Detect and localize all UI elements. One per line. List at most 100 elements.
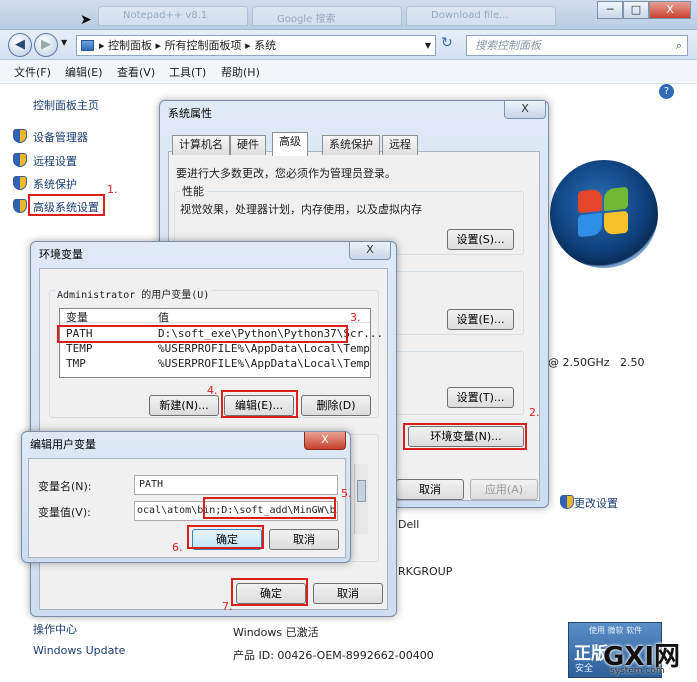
address-breadcrumb[interactable]: ▸ 控制面板 ▸ 所有控制面板项 ▸ 系统 ▼ [76, 35, 436, 56]
dialog-close-button[interactable]: X [349, 242, 391, 260]
logo-pane-blue [578, 212, 602, 238]
windows-logo [550, 160, 658, 268]
minimize-button[interactable]: ─ [597, 1, 623, 19]
cpu-info: @ 2.50GHz 2.50 [548, 356, 645, 369]
help-icon[interactable]: ? [659, 84, 674, 99]
breadcrumb-item[interactable]: 控制面板 [108, 39, 152, 52]
edit-cancel-button[interactable]: 取消 [269, 529, 339, 550]
variable-name-input[interactable]: PATH [134, 475, 338, 495]
search-icon[interactable]: ⌕ [676, 36, 682, 55]
sidebar-link-action-center[interactable]: 操作中心 [33, 621, 77, 637]
column-header-variable[interactable]: 变量 [66, 309, 88, 325]
search-placeholder: 搜索控制面板 [475, 39, 541, 52]
background-tab[interactable]: Download file... [406, 6, 556, 26]
control-panel-icon [81, 40, 94, 51]
user-variables-title: Administrator 的用户变量(U) [55, 286, 212, 301]
menu-file[interactable]: 文件(F) [14, 64, 51, 80]
breadcrumb-separator-icon: ▸ [245, 39, 255, 52]
highlight-box [187, 525, 264, 549]
history-dropdown-icon[interactable]: ▼ [61, 38, 67, 47]
search-input[interactable]: 搜索控制面板 ⌕ [466, 35, 688, 56]
dialog-close-button[interactable]: X [304, 432, 346, 450]
highlight-box [57, 325, 348, 343]
background-tab[interactable]: Google 搜索 [252, 6, 402, 26]
system-properties-apply-button[interactable]: 应用(A) [470, 479, 538, 500]
logo-pane-red [578, 188, 602, 214]
shield-icon [560, 495, 574, 509]
tab-remote[interactable]: 远程 [382, 135, 418, 155]
step-annotation: 2. [529, 406, 540, 419]
tab-computer-name[interactable]: 计算机名 [172, 135, 230, 155]
back-arrow-icon: ◀ [15, 37, 25, 52]
list-header: 变量 值 [60, 309, 370, 325]
sidebar-item-remote-settings[interactable]: 远程设置 [33, 153, 77, 169]
menu-view[interactable]: 查看(V) [117, 64, 155, 80]
manufacturer-info: Dell [398, 518, 420, 531]
shield-icon [13, 129, 27, 143]
sidebar-item-device-manager[interactable]: 设备管理器 [33, 129, 88, 145]
scrollbar-thumb[interactable] [357, 480, 366, 502]
user-variables-list[interactable]: 变量 值 PATH D:\soft_exe\Python\Python37\Sc… [59, 308, 383, 378]
variable-value-label: 变量值(V): [38, 506, 91, 519]
tab-advanced[interactable]: 高级 [272, 132, 308, 156]
tab-system-protection[interactable]: 系统保护 [322, 135, 380, 155]
forward-arrow-icon: ▶ [41, 37, 51, 52]
background-tab[interactable]: Notepad++ v8.1 [98, 6, 248, 26]
row-variable-name: TMP [66, 357, 86, 370]
step-annotation: 4. [207, 384, 218, 397]
breadcrumb-separator-icon: ▸ [155, 39, 165, 52]
tab-strip: 计算机名 硬件 高级 系统保护 远程 [172, 132, 542, 156]
row-variable-value: %USERPROFILE%\AppData\Local\Temp [158, 357, 370, 370]
admin-notice: 要进行大多数更改，您必须作为管理员登录。 [176, 167, 396, 180]
window-title-bar: ➤ Notepad++ v8.1 Google 搜索 Download file… [0, 0, 697, 30]
tab-hardware[interactable]: 硬件 [230, 135, 266, 155]
row-variable-name: TEMP [66, 342, 93, 355]
system-variables-scrollbar[interactable] [354, 464, 368, 534]
highlight-box [403, 423, 527, 450]
column-header-value[interactable]: 值 [158, 309, 169, 325]
breadcrumb-item[interactable]: 所有控制面板项 [165, 39, 242, 52]
background-tab-label: Notepad++ v8.1 [123, 10, 208, 21]
forward-button[interactable]: ▶ [34, 33, 58, 57]
variable-name-label: 变量名(N): [38, 480, 92, 493]
row-variable-value: %USERPROFILE%\AppData\Local\Temp [158, 342, 370, 355]
startup-settings-button[interactable]: 设置(T)... [447, 387, 514, 408]
system-properties-cancel-button[interactable]: 取消 [396, 479, 464, 500]
logo-pane-yellow [604, 210, 628, 236]
address-dropdown-icon[interactable]: ▼ [425, 36, 431, 55]
menu-edit[interactable]: 编辑(E) [65, 64, 103, 80]
close-button[interactable]: X [649, 1, 691, 19]
sidebar-home-link[interactable]: 控制面板主页 [33, 97, 99, 113]
background-tab-label: Download file... [431, 10, 509, 21]
workgroup-info: RKGROUP [398, 565, 453, 578]
change-settings-link[interactable]: 更改设置 [574, 495, 618, 511]
shield-icon [13, 176, 27, 190]
performance-title: 性能 [180, 183, 206, 199]
background-tab-label: Google 搜索 [277, 14, 336, 25]
menu-tools[interactable]: 工具(T) [169, 64, 206, 80]
step-annotation: 7. [222, 600, 233, 613]
maximize-button[interactable]: □ [623, 1, 649, 19]
delete-variable-button[interactable]: 删除(D) [301, 395, 371, 416]
genuine-sub-text: 安全 [575, 664, 594, 674]
address-toolbar: ◀ ▶ ▼ ▸ 控制面板 ▸ 所有控制面板项 ▸ 系统 ▼ ↻ 搜索控制面板 ⌕ [0, 30, 697, 60]
activation-status: Windows 已激活 [233, 626, 319, 639]
table-row[interactable]: TMP %USERPROFILE%\AppData\Local\Temp [60, 355, 370, 370]
dialog-title: 环境变量 [39, 248, 83, 261]
logo-pane-green [604, 186, 628, 212]
dialog-close-button[interactable]: X [504, 101, 546, 119]
performance-description: 视觉效果，处理器计划，内存使用，以及虚拟内存 [180, 203, 422, 216]
new-variable-button[interactable]: 新建(N)... [149, 395, 219, 416]
user-profiles-settings-button[interactable]: 设置(E)... [447, 309, 514, 330]
highlight-box [221, 390, 298, 418]
environment-cancel-button[interactable]: 取消 [313, 583, 383, 604]
performance-settings-button[interactable]: 设置(S)... [447, 229, 514, 250]
refresh-icon[interactable]: ↻ [441, 35, 453, 51]
menu-help[interactable]: 帮助(H) [221, 64, 260, 80]
breadcrumb-item[interactable]: 系统 [254, 39, 276, 52]
sidebar-link-windows-update[interactable]: Windows Update [33, 644, 125, 657]
product-id: 产品 ID: 00426-OEM-8992662-00400 [233, 649, 434, 662]
sidebar-item-system-protection[interactable]: 系统保护 [33, 176, 77, 192]
back-button[interactable]: ◀ [8, 33, 32, 57]
shield-icon [13, 153, 27, 167]
